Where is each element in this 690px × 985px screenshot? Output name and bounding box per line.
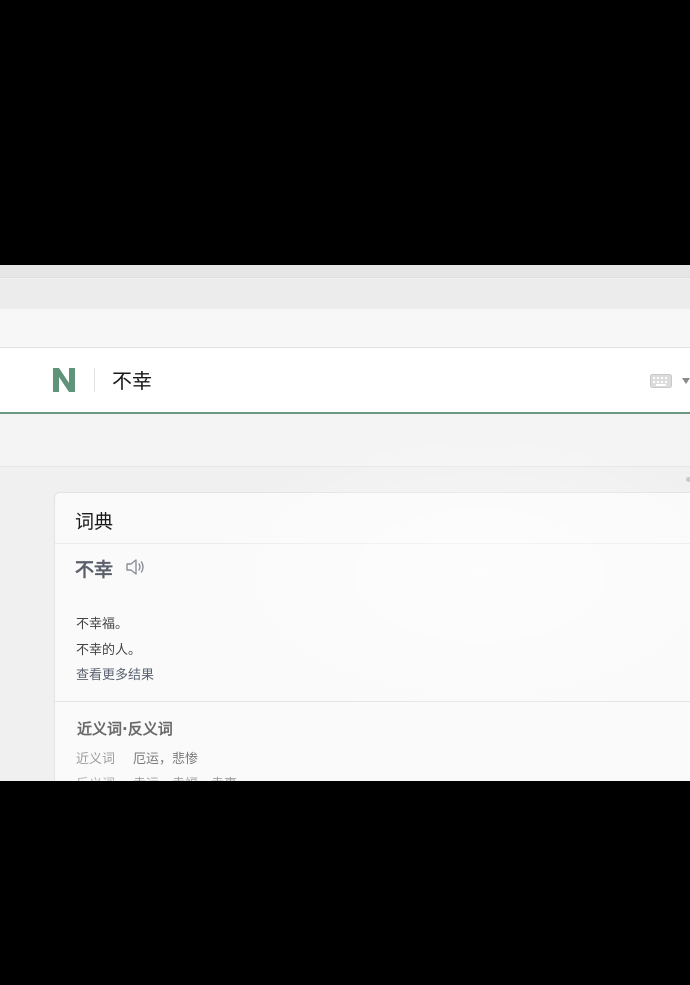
entry-word[interactable]: 不幸 xyxy=(75,555,113,582)
search-tabs-bar xyxy=(0,414,690,467)
speaker-icon[interactable] xyxy=(125,558,145,576)
letterbox-bottom xyxy=(0,781,690,985)
browser-tab-strip xyxy=(0,265,690,278)
chevron-down-icon[interactable] xyxy=(682,378,690,384)
card-title-divider xyxy=(55,543,690,544)
synonym-label: 近义词 xyxy=(76,752,116,767)
indicator-dot xyxy=(686,477,690,482)
page-header xyxy=(0,309,690,348)
naver-logo[interactable] xyxy=(52,367,76,393)
search-input[interactable]: 不幸 xyxy=(112,365,152,394)
section-divider xyxy=(55,701,690,702)
example-sentence: 不幸的人。 xyxy=(76,643,142,658)
dictionary-card: 词典 不幸 不幸福。 不幸的人。 查看更多结果 近义词·反义词 近义词 厄运，悲… xyxy=(54,492,690,781)
synonyms-heading: 近义词·反义词 xyxy=(77,720,173,738)
synonym-value[interactable]: 厄运，悲惨 xyxy=(133,748,198,767)
search-divider xyxy=(94,368,95,392)
antonym-value[interactable]: 幸运，幸福，幸事 xyxy=(133,773,237,781)
more-results-link[interactable]: 查看更多结果 xyxy=(76,664,154,683)
antonym-label: 反义词 xyxy=(76,773,115,781)
letterbox-top xyxy=(0,0,690,265)
card-title: 词典 xyxy=(75,511,114,533)
browser-toolbar xyxy=(0,279,690,309)
browser-screen: 不幸 词典 不幸 不幸福。 不幸的人。 查看更多结果 近义词·反义词 近义词 厄… xyxy=(0,265,690,781)
search-bar: 不幸 xyxy=(0,348,690,414)
keyboard-icon[interactable] xyxy=(650,374,672,388)
example-sentence: 不幸福。 xyxy=(76,617,129,632)
